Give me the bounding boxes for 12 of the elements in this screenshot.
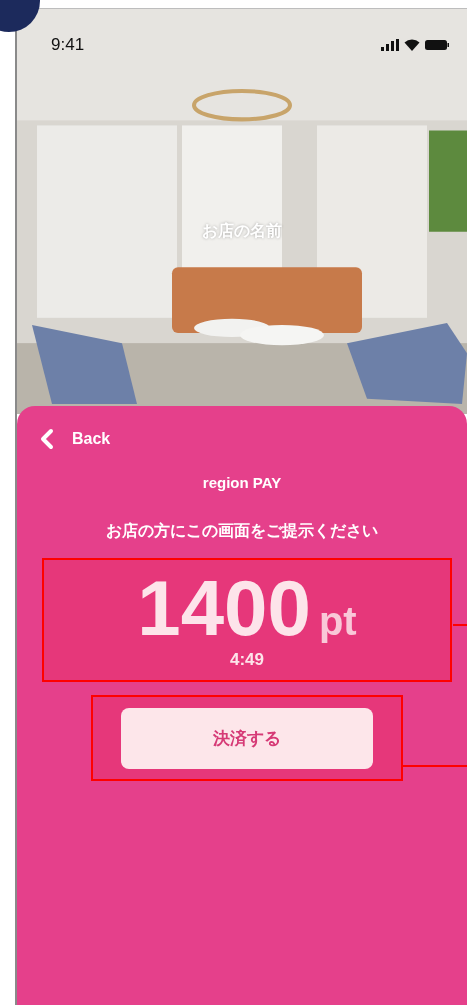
pay-button[interactable]: 決済する [121,707,373,769]
sheet-title: region PAY [202,474,282,491]
battery-icon [425,39,449,51]
back-icon [40,428,54,450]
status-time: 9:41 [51,35,85,55]
point-amount: 1400 [137,566,311,650]
point-unit: pt [318,599,357,644]
countdown-timer: 4:49 [230,650,264,670]
wifi-icon [404,39,420,51]
instruction-text: お店の方にこの画面をご提示ください [106,521,378,542]
back-button[interactable]: Back [40,428,111,450]
signal-icon [381,39,399,51]
